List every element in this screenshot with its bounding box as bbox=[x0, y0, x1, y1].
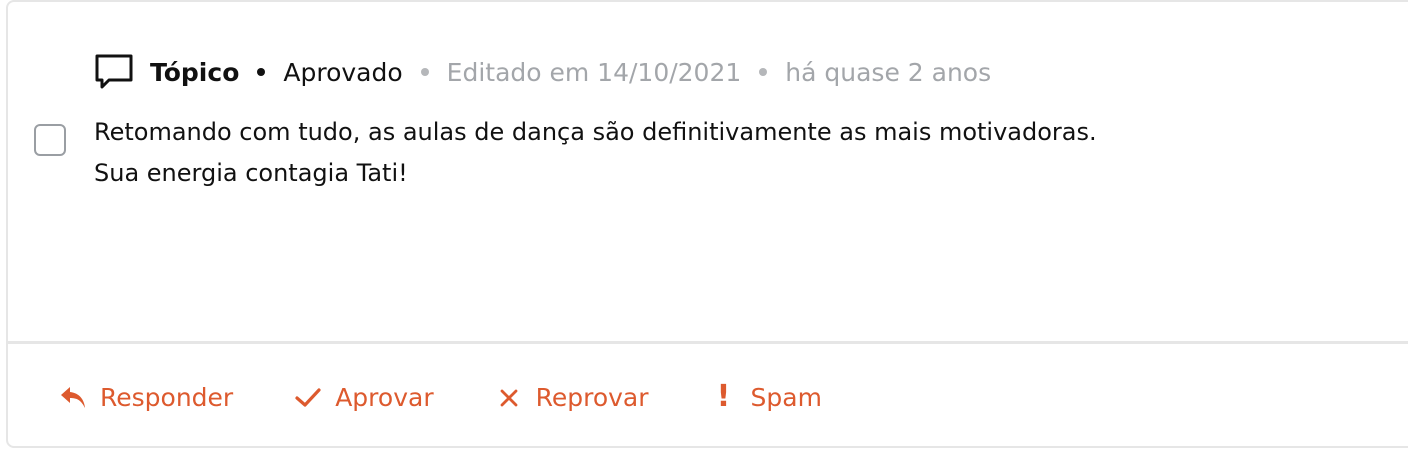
action-bar: Responder Aprovar Reprovar ! Spam bbox=[56, 374, 880, 420]
divider bbox=[8, 341, 1408, 344]
reply-button[interactable]: Responder bbox=[56, 380, 233, 414]
spam-button[interactable]: ! Spam bbox=[707, 380, 822, 414]
relative-time: há quase 2 anos bbox=[785, 57, 992, 87]
approve-label: Aprovar bbox=[335, 382, 434, 412]
reply-label: Responder bbox=[100, 382, 234, 412]
speech-bubble-icon bbox=[94, 52, 134, 92]
exclamation-icon: ! bbox=[716, 379, 731, 414]
status-label: Aprovado bbox=[283, 57, 403, 87]
separator-dot bbox=[257, 68, 266, 76]
reject-button[interactable]: Reprovar bbox=[492, 380, 649, 414]
comment-text-line: Retomando com tudo, as aulas de dança sã… bbox=[94, 118, 1097, 146]
comment-type-label: Tópico bbox=[150, 57, 240, 87]
reject-label: Reprovar bbox=[535, 382, 649, 412]
reply-arrow-icon bbox=[56, 380, 90, 414]
spam-label: Spam bbox=[750, 382, 822, 412]
comment-meta: Tópico Aprovado Editado em 14/10/2021 há… bbox=[94, 50, 991, 94]
comment-card: Tópico Aprovado Editado em 14/10/2021 há… bbox=[6, 0, 1408, 448]
edited-date: Editado em 14/10/2021 bbox=[446, 57, 742, 87]
check-icon bbox=[291, 380, 325, 414]
comment-text-line: Sua energia contagia Tati! bbox=[94, 159, 408, 187]
approve-button[interactable]: Aprovar bbox=[291, 380, 434, 414]
select-checkbox[interactable] bbox=[34, 124, 66, 156]
close-icon bbox=[492, 380, 526, 414]
comment-body: Retomando com tudo, as aulas de dança sã… bbox=[94, 112, 1294, 194]
separator-dot bbox=[420, 68, 429, 76]
separator-dot bbox=[759, 68, 768, 76]
